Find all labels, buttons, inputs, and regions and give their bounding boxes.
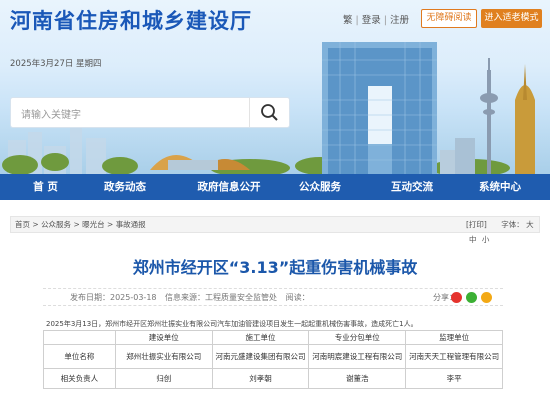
font-medium-button[interactable]: 中	[469, 235, 477, 244]
register-link[interactable]: 注册	[390, 15, 409, 26]
article-paragraph: 2025年3月13日，郑州市经开区郑州壮振实业有限公司汽车加油管建设项目发生一起…	[46, 320, 418, 328]
table-header-cell: 专业分包单位	[308, 330, 407, 345]
table-cell: 单位名称	[43, 344, 116, 369]
breadcrumb-accident-report[interactable]: 事故通报	[116, 220, 146, 229]
nav-item-home[interactable]: 首 页	[18, 174, 73, 200]
table-cell: 相关负责人	[43, 368, 116, 389]
breadcrumb-public-services[interactable]: 公众服务	[41, 220, 71, 229]
site-title[interactable]: 河南省住房和城乡建设厅	[10, 5, 252, 35]
breadcrumb-separator: >	[104, 220, 116, 229]
print-button[interactable]: [打印]	[466, 220, 487, 229]
elder-mode-button[interactable]: 进入适老模式	[481, 9, 542, 28]
table-header-cell: 施工单位	[211, 330, 310, 345]
table-cell: 河南明宸建设工程有限公司	[308, 344, 407, 369]
search-input[interactable]: 请输入关键字	[21, 106, 251, 121]
qzone-share-icon[interactable]	[481, 292, 492, 303]
publish-date: 2025-03-18	[110, 293, 157, 302]
table-cell: 刘孝朝	[211, 368, 310, 389]
font-small-button[interactable]: 小	[482, 235, 490, 244]
breadcrumb-separator: >	[30, 220, 42, 229]
table-cell: 归创	[114, 368, 213, 389]
wechat-share-icon[interactable]	[466, 292, 477, 303]
table-cell: 河南元盛建设集团有限公司	[211, 344, 310, 369]
search-button[interactable]	[249, 98, 289, 127]
table-header-cell: 建设单位	[114, 330, 213, 345]
table-header-row: 建设单位 施工单位 专业分包单位 监理单位	[43, 330, 503, 345]
nav-item-public-services[interactable]: 公众服务	[290, 174, 350, 200]
divider: |	[355, 15, 359, 26]
accessible-reading-button[interactable]: 无障碍阅读	[421, 9, 477, 28]
nav-item-system-center[interactable]: 系统中心	[470, 174, 530, 200]
read-count-label: 阅读：	[285, 293, 310, 302]
table-row: 单位名称 郑州壮振实业有限公司 河南元盛建设集团有限公司 河南明宸建设工程有限公…	[43, 344, 503, 369]
table-header-cell	[43, 330, 116, 345]
login-link[interactable]: 登录	[362, 15, 381, 26]
weibo-share-icon[interactable]	[451, 292, 462, 303]
table-cell: 河南天天工程管理有限公司	[405, 344, 503, 369]
article-title: 郑州市经开区“3.13”起重伤害机械事故	[132, 258, 418, 277]
breadcrumb-home[interactable]: 首页	[15, 220, 30, 229]
breadcrumb-exposure[interactable]: 曝光台	[82, 220, 105, 229]
current-date: 2025年3月27日 星期四	[10, 59, 102, 69]
top-links: 繁 | 登录 | 注册	[343, 12, 409, 26]
accident-info-table: 建设单位 施工单位 专业分包单位 监理单位 单位名称 郑州壮振实业有限公司 河南…	[43, 330, 503, 389]
traditional-chinese-link[interactable]: 繁	[343, 15, 353, 26]
main-nav: 首 页 政务动态 政府信息公开 公众服务 互动交流 系统中心	[0, 174, 550, 200]
article-meta: 发布日期：2025-03-18 信息来源：工程质量安全监管处 阅读： 分享：	[43, 288, 503, 306]
publish-date-label: 发布日期：	[70, 293, 110, 302]
breadcrumb: 首页 > 公众服务 > 曝光台 > 事故通报 [打印] 字体： 大 中 小	[10, 216, 540, 244]
info-source: 工程质量安全监管处	[205, 293, 278, 302]
table-cell: 谢董浩	[308, 368, 407, 389]
nav-item-info-disclosure[interactable]: 政府信息公开	[188, 174, 270, 200]
nav-item-government-news[interactable]: 政务动态	[95, 174, 155, 200]
search-icon	[261, 104, 278, 121]
table-cell: 郑州壮振实业有限公司	[114, 344, 213, 369]
font-size-label: 字体：	[501, 220, 524, 229]
search-box: 请输入关键字	[10, 97, 290, 128]
table-cell: 李平	[405, 368, 503, 389]
table-row: 相关负责人 归创 刘孝朝 谢董浩 李平	[43, 368, 503, 389]
header-banner: 河南省住房和城乡建设厅 繁 | 登录 | 注册 无障碍阅读 进入适老模式 2025年3月…	[0, 0, 550, 174]
source-label: 信息来源：	[165, 293, 206, 302]
table-header-cell: 监理单位	[405, 330, 503, 345]
breadcrumb-separator: >	[71, 220, 83, 229]
nav-item-interaction[interactable]: 互动交流	[382, 174, 442, 200]
font-large-button[interactable]: 大	[526, 220, 534, 229]
divider: |	[383, 15, 387, 26]
